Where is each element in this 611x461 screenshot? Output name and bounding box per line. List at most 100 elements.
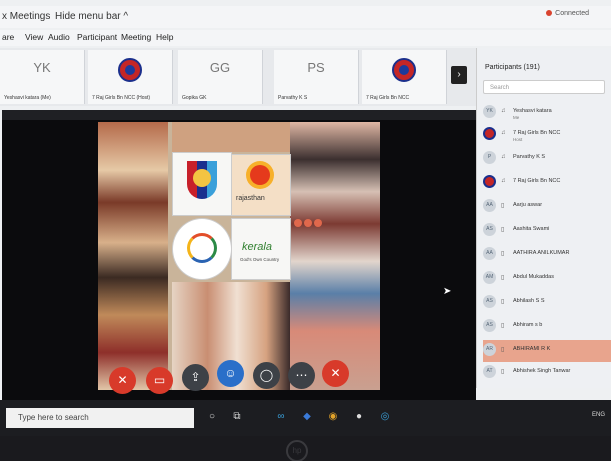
avatar: AR	[483, 343, 496, 356]
video-thumbnail-strip: YK Yeshasvi katara (Me) 7 Raj Girls Bn N…	[0, 48, 476, 106]
thumbnail[interactable]: 7 Raj Girls Bn NCC	[362, 50, 447, 104]
hide-menu-bar-button[interactable]: Hide menu bar ^	[55, 11, 128, 22]
participant-row[interactable]: AT ▯ Abhishek Singh Tanwar	[483, 362, 611, 384]
thumbnail-initials: PS	[307, 60, 325, 75]
menu-audio[interactable]: Audio	[48, 32, 70, 42]
thumbnail[interactable]: YK Yeshasvi katara (Me)	[0, 50, 85, 104]
thumbnail[interactable]: GG Gopika GK	[178, 50, 263, 104]
participant-row[interactable]: AS ▯ Abhiram s b	[483, 316, 611, 338]
mic-icon: ▯	[501, 323, 505, 329]
collage-photo	[290, 122, 380, 390]
participant-row[interactable]: AS ▯ Abhilash S S	[483, 292, 611, 314]
windows-taskbar: Type here to search ○ ⧉ ∞ ◆ ◉ ● ◎ ENG	[0, 400, 611, 436]
thumbnail[interactable]: PS Parvathy K S	[274, 50, 359, 104]
ek-bharat-logo	[172, 218, 232, 280]
rajasthan-logo: rajasthan	[231, 154, 291, 216]
mic-icon: ▯	[501, 251, 505, 257]
participants-search-input[interactable]: Search	[483, 80, 605, 94]
cortana-icon[interactable]: ○	[205, 410, 219, 424]
more-options-button[interactable]: ⋯	[288, 362, 315, 389]
avatar: AM	[483, 271, 496, 284]
dropbox-icon[interactable]: ◆	[300, 410, 314, 424]
mute-button[interactable]: ✕	[109, 367, 136, 394]
connection-status: Connected	[546, 10, 589, 17]
participant-row[interactable]: AS ▯ Aashita Swami	[483, 220, 611, 242]
participant-row[interactable]: P ♫ Parvathy K S	[483, 148, 611, 170]
hp-logo: hp	[286, 440, 308, 461]
mouse-cursor-icon: ➤	[443, 286, 452, 297]
participants-header: Participants (191)	[485, 64, 540, 71]
main-video-header	[2, 110, 476, 120]
task-view-icon[interactable]: ⧉	[230, 410, 244, 424]
participant-row[interactable]: ♫ 7 Raj Girls Bn NCC	[483, 172, 611, 194]
mic-icon: ♫	[501, 154, 506, 160]
menu-bar: are View Audio Participant Meeting Help	[0, 30, 611, 46]
menu-view[interactable]: View	[25, 32, 43, 42]
mic-icon: ▯	[501, 347, 505, 353]
avatar: AA	[483, 199, 496, 212]
ncc-logo-icon	[118, 58, 142, 82]
avatar: AS	[483, 223, 496, 236]
taskbar-tray: ENG	[591, 412, 605, 418]
connection-dot-icon	[546, 10, 553, 17]
kerala-logo: kerala God's Own Country	[231, 218, 291, 280]
mic-icon: ▯	[501, 275, 505, 281]
avatar	[483, 175, 496, 188]
participant-row[interactable]: AA ▯ Aarju aswar	[483, 196, 611, 218]
thumbnail-label: 7 Raj Girls Bn NCC (Host)	[92, 95, 151, 101]
shared-screen-collage: rajasthan kerala God's Own Country	[98, 122, 380, 390]
ncc-shield-icon	[187, 161, 217, 199]
avatar: AT	[483, 365, 496, 378]
participant-row[interactable]: AR ▯ ABHIRAMI R K	[483, 340, 611, 362]
thumbnail-initials: GG	[209, 60, 231, 75]
screen: x Meetings Hide menu bar ^ Connected are…	[0, 0, 611, 461]
mic-icon: ▯	[501, 203, 505, 209]
menu-meeting[interactable]: Meeting	[121, 32, 151, 42]
thumbnail-label: Gopika GK	[182, 95, 207, 101]
thumbnail-label: Yeshasvi katara (Me)	[4, 95, 51, 101]
share-button[interactable]: ⇪	[182, 364, 209, 391]
window-title: x Meetings	[2, 11, 51, 22]
leave-meeting-button[interactable]: ✕	[322, 360, 349, 387]
mic-icon: ▯	[501, 369, 505, 375]
collage-photo	[98, 122, 168, 390]
participant-row[interactable]: AM ▯ Abdul Mukaddas	[483, 268, 611, 290]
avatar: P	[483, 151, 496, 164]
thumbnail-initials: YK	[33, 60, 51, 75]
avatar: AS	[483, 295, 496, 308]
next-page-arrow-icon[interactable]: ›	[451, 66, 467, 84]
mic-icon: ▯	[501, 299, 505, 305]
webex-icon[interactable]: ◎	[378, 410, 392, 424]
chat-button[interactable]: ◯	[253, 362, 280, 389]
github-icon[interactable]: ●	[352, 410, 366, 424]
avatar: AS	[483, 319, 496, 332]
mic-icon: ♫	[501, 130, 506, 136]
chrome-icon[interactable]: ◉	[326, 410, 340, 424]
participants-panel: Participants (191) Search YK ♫ Yeshasvi ka…	[476, 48, 611, 388]
participants-button[interactable]: ☺	[217, 360, 244, 387]
stop-video-button[interactable]: ▭	[146, 367, 173, 394]
rajasthan-sun-icon	[250, 165, 270, 185]
thumbnail-label: 7 Raj Girls Bn NCC	[366, 95, 410, 101]
avatar: YK	[483, 105, 496, 118]
menu-help[interactable]: Help	[156, 32, 173, 42]
menu-share[interactable]: are	[2, 32, 14, 42]
decorative-dots	[294, 214, 336, 227]
participant-row[interactable]: YK ♫ Yeshasvi katara Me	[483, 102, 611, 124]
avatar	[483, 127, 496, 140]
menu-participant[interactable]: Participant	[77, 32, 117, 42]
collage-photo	[172, 122, 290, 152]
thumbnail[interactable]: 7 Raj Girls Bn NCC (Host)	[88, 50, 173, 104]
laptop-bezel: hp	[0, 436, 611, 461]
thumbnail-label: Parvathy K S	[278, 95, 308, 101]
participant-row[interactable]: ♫ 7 Raj Girls Bn NCC Host	[483, 124, 611, 146]
ek-bharat-emblem-icon	[187, 233, 217, 263]
mic-icon: ♫	[501, 108, 506, 114]
ncc-logo	[172, 152, 232, 216]
taskbar-search-input[interactable]: Type here to search	[6, 408, 194, 428]
meetings-app-icon[interactable]: ∞	[274, 410, 288, 424]
mic-icon: ♫	[501, 178, 506, 184]
participant-row[interactable]: AA ▯ AATHIRA ANILKUMAR	[483, 244, 611, 266]
mic-icon: ▯	[501, 227, 505, 233]
avatar: AA	[483, 247, 496, 260]
